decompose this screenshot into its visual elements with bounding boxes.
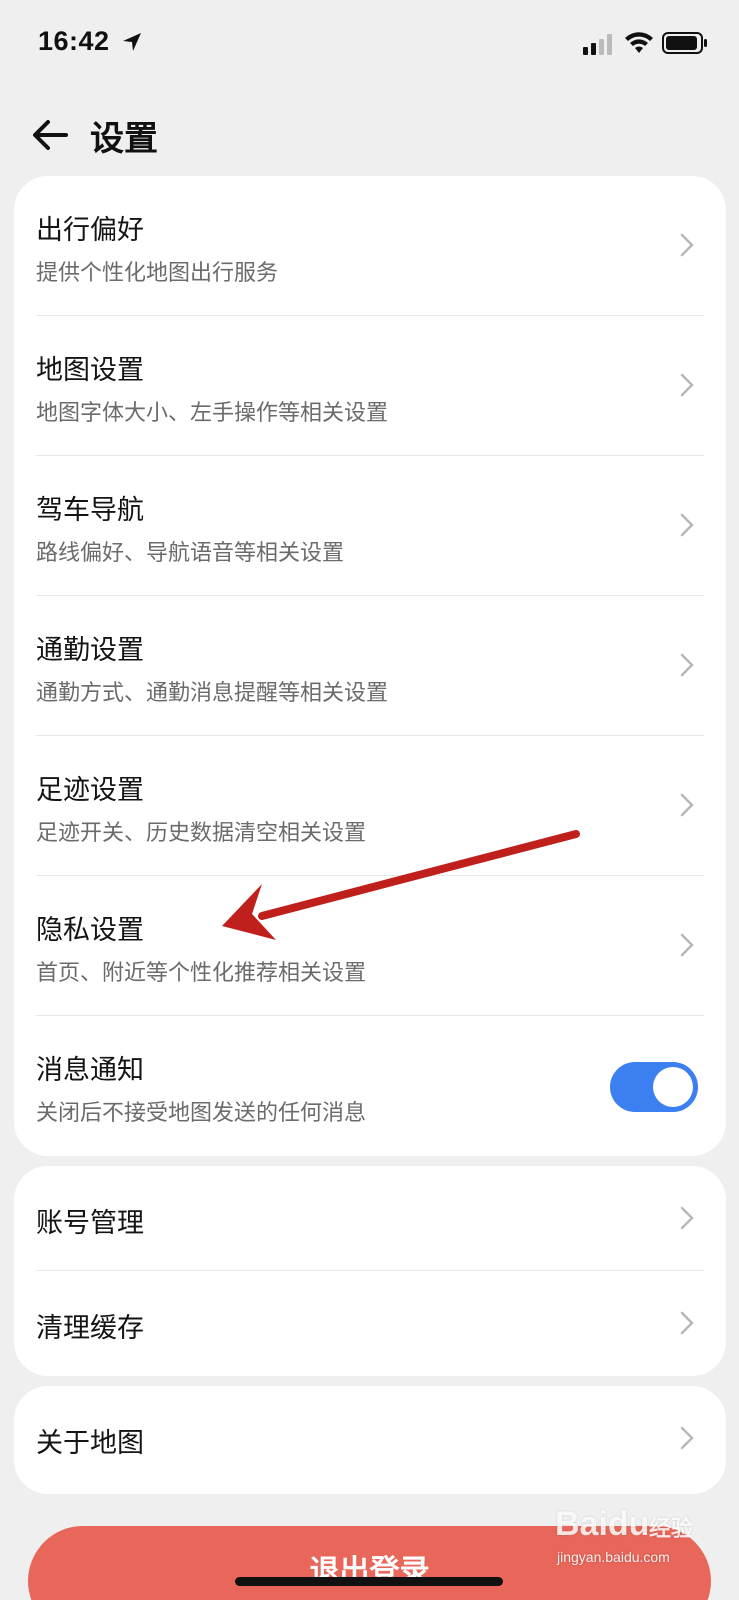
page-title: 设置 [90, 119, 158, 159]
item-subtitle: 路线偏好、导航语音等相关设置 [36, 541, 345, 566]
chevron-right-icon [680, 513, 694, 537]
status-time: 16:42 [38, 26, 110, 56]
chevron-right-icon [680, 933, 694, 957]
account-card: 账号管理 清理缓存 [14, 1166, 726, 1376]
item-title: 消息通知 [36, 1055, 144, 1086]
settings-item-account-management[interactable]: 账号管理 [14, 1166, 726, 1271]
watermark-brand: 经验 [649, 1517, 694, 1542]
settings-item-travel-preference[interactable]: 出行偏好 提供个性化地图出行服务 [14, 176, 726, 316]
item-title: 隐私设置 [36, 915, 144, 946]
settings-item-about-map[interactable]: 关于地图 [14, 1386, 726, 1494]
item-title: 账号管理 [36, 1208, 144, 1239]
settings-item-message-notification: 消息通知 关闭后不接受地图发送的任何消息 [14, 1016, 726, 1156]
settings-item-privacy-settings[interactable]: 隐私设置 首页、附近等个性化推荐相关设置 [14, 876, 726, 1016]
back-arrow-icon[interactable] [28, 113, 72, 157]
item-title: 清理缓存 [36, 1313, 144, 1344]
chevron-right-icon [680, 373, 694, 397]
item-subtitle: 首页、附近等个性化推荐相关设置 [36, 961, 367, 986]
item-title: 地图设置 [36, 355, 144, 386]
notification-toggle[interactable] [610, 1062, 698, 1112]
cellular-signal-icon [583, 34, 612, 55]
item-subtitle: 通勤方式、通勤消息提醒等相关设置 [36, 681, 389, 706]
chevron-right-icon [680, 233, 694, 257]
watermark-logo: Baidu [555, 1505, 650, 1543]
header: 设置 [0, 105, 739, 165]
wifi-icon [625, 32, 653, 53]
location-arrow-icon [123, 33, 141, 51]
main-settings-card: 出行偏好 提供个性化地图出行服务 地图设置 地图字体大小、左手操作等相关设置 驾… [14, 176, 726, 1156]
item-subtitle: 足迹开关、历史数据清空相关设置 [36, 821, 367, 846]
home-indicator [235, 1577, 503, 1586]
item-title: 驾车导航 [36, 495, 144, 526]
item-title: 通勤设置 [36, 635, 144, 666]
settings-item-driving-navigation[interactable]: 驾车导航 路线偏好、导航语音等相关设置 [14, 456, 726, 596]
chevron-right-icon [680, 793, 694, 817]
chevron-right-icon [680, 1311, 694, 1335]
item-title: 足迹设置 [36, 775, 144, 806]
settings-item-footprint-settings[interactable]: 足迹设置 足迹开关、历史数据清空相关设置 [14, 736, 726, 876]
settings-item-map-settings[interactable]: 地图设置 地图字体大小、左手操作等相关设置 [14, 316, 726, 456]
item-subtitle: 关闭后不接受地图发送的任何消息 [36, 1101, 367, 1126]
battery-icon [662, 32, 707, 54]
chevron-right-icon [680, 653, 694, 677]
item-title: 出行偏好 [36, 215, 144, 246]
chevron-right-icon [680, 1426, 694, 1450]
status-bar: 16:42 [0, 0, 739, 90]
item-subtitle: 地图字体大小、左手操作等相关设置 [36, 401, 389, 426]
item-subtitle: 提供个性化地图出行服务 [36, 261, 279, 286]
watermark-url: jingyan.baidu.com [557, 1549, 670, 1565]
settings-item-commute-settings[interactable]: 通勤设置 通勤方式、通勤消息提醒等相关设置 [14, 596, 726, 736]
toggle-knob [653, 1067, 693, 1107]
item-title: 关于地图 [36, 1428, 144, 1459]
about-card: 关于地图 [14, 1386, 726, 1494]
chevron-right-icon [680, 1206, 694, 1230]
settings-item-clear-cache[interactable]: 清理缓存 [14, 1271, 726, 1376]
baidu-jingyan-watermark: Baidu 经验 jingyan.baidu.com [555, 1497, 715, 1577]
